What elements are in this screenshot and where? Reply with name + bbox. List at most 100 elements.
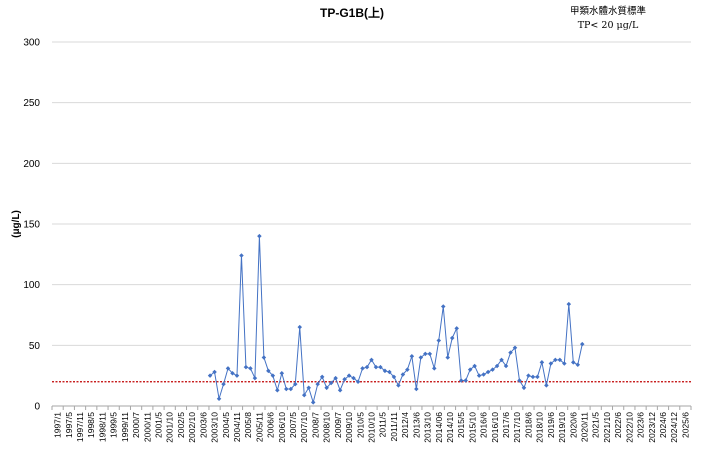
x-tick-label: 2003/10 (210, 412, 220, 443)
x-tick-label: 2013/10 (423, 412, 433, 443)
data-point (396, 383, 401, 388)
x-tick-label: 2001/10 (165, 412, 175, 443)
x-tick-label: 2006/6 (266, 412, 276, 438)
data-point (414, 386, 419, 392)
data-point (275, 387, 280, 393)
data-point (319, 374, 325, 380)
data-point (279, 370, 285, 376)
y-tick-label-250: 250 (23, 98, 40, 109)
series-line (209, 236, 583, 405)
x-tick-label: 2017/6 (501, 412, 511, 438)
data-point (221, 381, 226, 387)
y-tick-label-150: 150 (23, 220, 40, 231)
series-group (207, 233, 585, 405)
y-tick-label-200: 200 (23, 159, 40, 170)
x-tick-label: 2014/10 (445, 412, 455, 443)
data-point (445, 355, 450, 360)
x-tick-label: 2007/5 (288, 412, 298, 438)
data-point (476, 373, 482, 378)
data-point (297, 324, 303, 330)
x-tick-label: 2009/10 (344, 412, 354, 443)
data-point (243, 364, 249, 370)
chart-title: TP-G1B(上) (320, 5, 384, 20)
x-axis-ticks: 1997/1 1997/5 1997/11 1998/5 1998/11 1999/5 19… (51, 406, 692, 443)
data-point (284, 386, 289, 392)
data-point (571, 360, 576, 365)
data-point (535, 374, 540, 380)
x-tick-label: 2005/8 (243, 412, 253, 438)
standard-label-line2: TP< 20 μg/L (578, 20, 639, 31)
x-tick-label: 1999/11 (120, 412, 130, 442)
x-tick-label: 2016/6 (479, 412, 489, 438)
data-point (310, 400, 316, 405)
data-point (261, 355, 267, 360)
x-tick-label: 2011/5 (378, 412, 388, 438)
data-point (575, 362, 581, 368)
x-tick-label: 2016/10 (490, 412, 500, 443)
grid-lines (52, 41, 691, 407)
x-tick-label: 2020/11 (580, 412, 590, 442)
x-tick-label: 2013/6 (411, 412, 421, 438)
data-point (216, 396, 222, 401)
x-tick-label: 2003/6 (198, 412, 208, 438)
x-tick-label: 2024/6 (658, 412, 668, 438)
data-point (373, 364, 379, 370)
x-tick-label: 2000/11 (142, 412, 152, 442)
x-tick-label: 2018/6 (523, 412, 533, 438)
data-point (449, 335, 455, 341)
x-tick-label: 2021/5 (591, 412, 601, 438)
data-point (315, 381, 320, 387)
data-point (566, 301, 572, 307)
x-tick-label: 1998/11 (97, 412, 107, 442)
x-tick-label: 2010/10 (367, 412, 377, 443)
data-point (248, 366, 253, 371)
x-tick-label: 2021/10 (602, 412, 612, 443)
y-tick-label-300: 300 (23, 38, 40, 49)
x-tick-label: 2020/6 (568, 412, 578, 438)
data-point (257, 233, 262, 239)
data-point (526, 373, 531, 378)
y-tick-label-100: 100 (23, 280, 40, 291)
x-tick-label: 2022/6 (613, 412, 623, 438)
x-tick-label: 2018/10 (535, 412, 545, 443)
x-tick-label: 2007/10 (299, 412, 309, 443)
x-tick-label: 1997/1 (53, 412, 63, 438)
x-tick-label: 2002/5 (176, 412, 186, 438)
chart-container: TP-G1B(上) 甲類水體水質標準 TP< 20 μg/L (μg/L) 0 5… (0, 0, 710, 462)
x-tick-label: 2022/10 (624, 412, 634, 443)
x-tick-label: 2004/5 (221, 412, 231, 438)
x-tick-label: 2023/6 (636, 412, 646, 438)
data-point (485, 369, 491, 375)
data-point (463, 378, 468, 383)
data-point (440, 304, 446, 309)
x-tick-label: 2019/6 (546, 412, 556, 438)
x-tick-label: 2004/11 (232, 412, 242, 442)
x-tick-label: 2008/10 (322, 412, 332, 443)
x-tick-label: 1997/11 (75, 412, 85, 442)
x-tick-label: 2025/6 (680, 412, 690, 438)
data-point (454, 326, 459, 331)
data-point (306, 385, 311, 391)
y-tick-label-0: 0 (34, 402, 40, 413)
x-tick-label: 2006/10 (277, 412, 287, 443)
data-point (521, 385, 527, 391)
x-tick-label: 2008/7 (310, 412, 320, 438)
data-point (436, 338, 442, 343)
data-point (252, 375, 258, 381)
line-chart: TP-G1B(上) 甲類水體水質標準 TP< 20 μg/L (μg/L) 0 5… (11, 5, 692, 443)
x-tick-label: 2001/5 (154, 412, 164, 438)
y-axis-ticks: 0 50 100 150 200 250 300 (23, 38, 40, 413)
x-tick-label: 2000/7 (131, 412, 141, 438)
data-point (301, 392, 307, 398)
x-tick-label: 2012/4 (400, 412, 410, 438)
y-axis-label: (μg/L) (11, 210, 22, 238)
data-point (409, 353, 415, 359)
x-tick-label: 2014/06 (434, 412, 444, 443)
x-tick-label: 2009/7 (333, 412, 343, 438)
x-tick-label: 1997/5 (64, 412, 74, 438)
data-point (360, 366, 365, 371)
y-tick-label-50: 50 (29, 341, 41, 352)
data-point (539, 360, 545, 365)
x-tick-label: 1999/5 (109, 412, 119, 438)
x-tick-label: 2019/10 (557, 412, 567, 443)
